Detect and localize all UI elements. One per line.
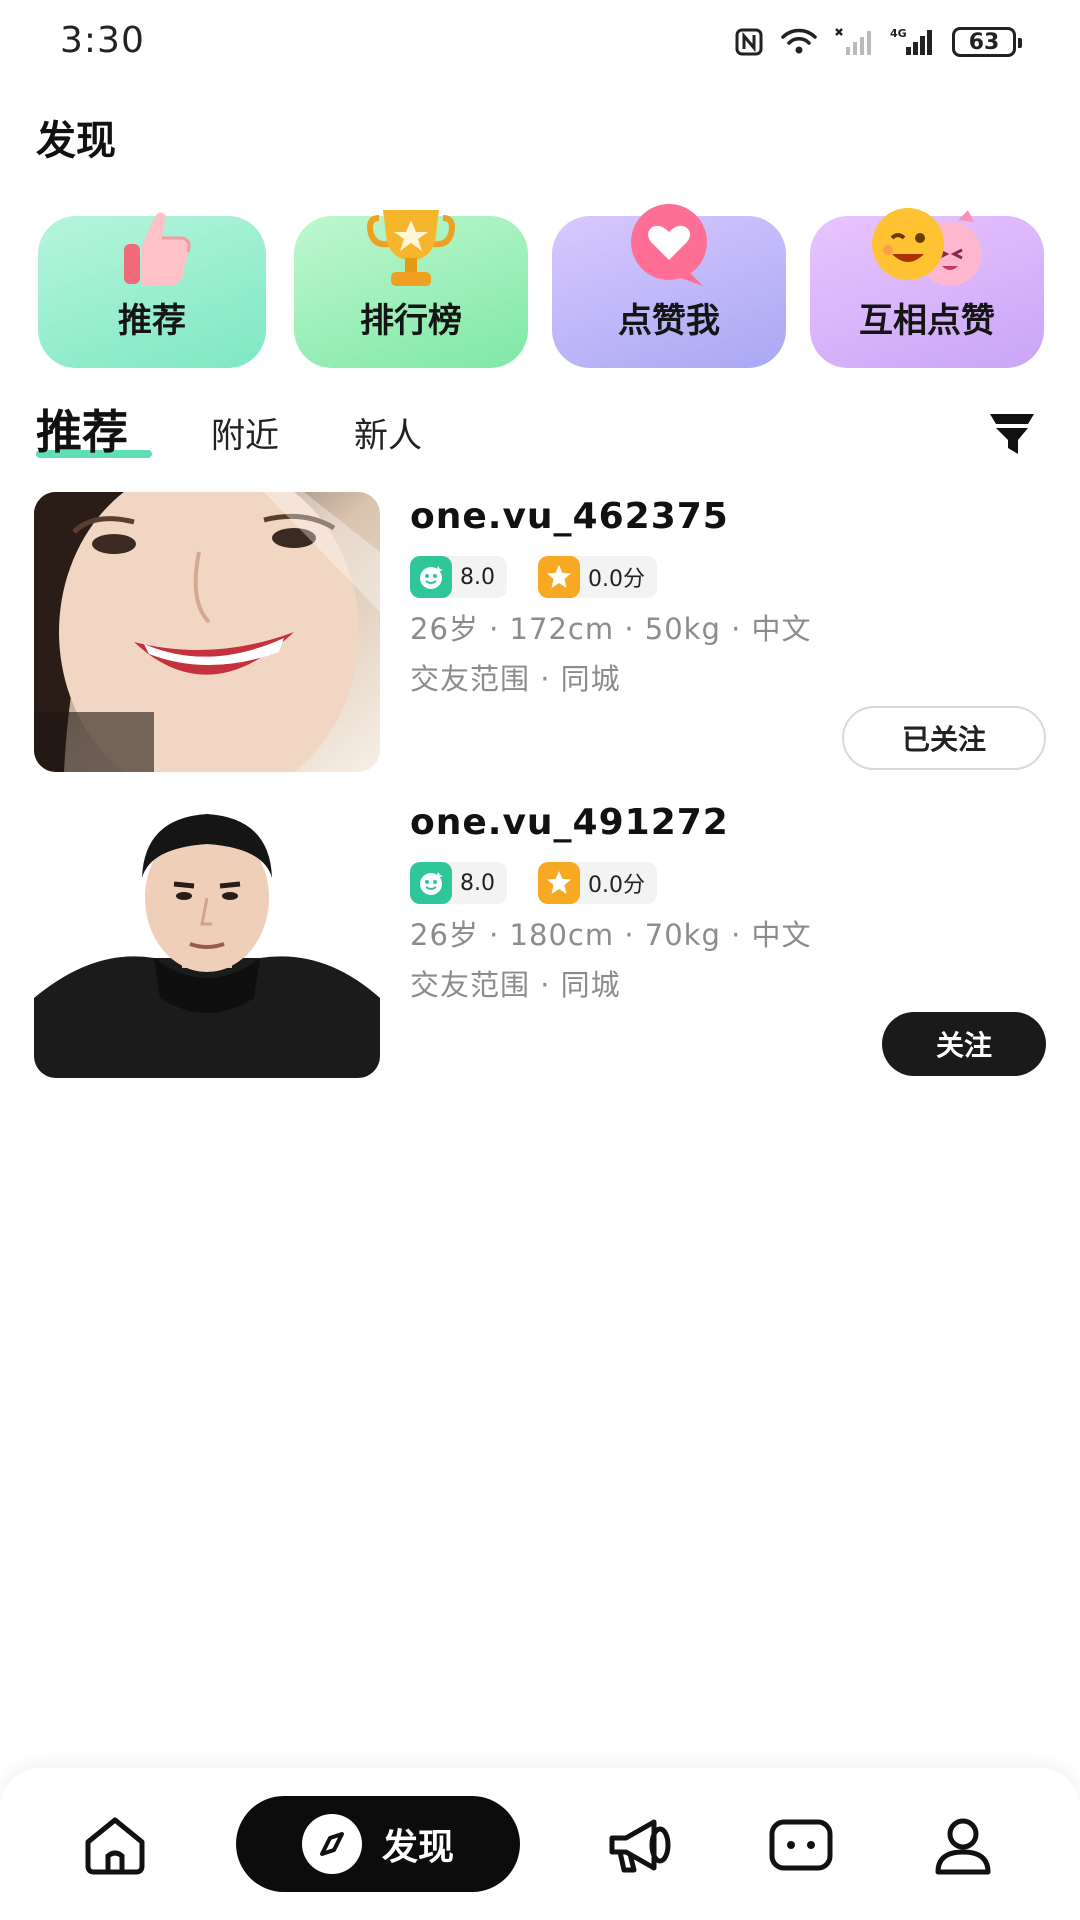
user-card[interactable]: one.vu_491272 8.0 0.0分 26岁 · 180cm · 70k… <box>34 798 1046 1078</box>
category-label: 互相点赞 <box>859 301 995 341</box>
badge-value: 8.0 <box>460 564 495 590</box>
avatar[interactable] <box>34 492 380 772</box>
face-score-icon <box>410 862 452 904</box>
no-signal-icon <box>834 27 874 57</box>
filter-tabs: 推荐 附近 新人 <box>36 396 1046 466</box>
badge-value: 0.0分 <box>588 567 645 592</box>
4g-signal-icon: 4G <box>890 27 936 57</box>
face-score-icon <box>410 556 452 598</box>
tab-new[interactable]: 新人 <box>354 408 422 457</box>
category-mutual-likes-card[interactable]: 互相点赞 <box>810 208 1044 368</box>
user-range: 交友范围 · 同城 <box>410 662 621 696</box>
badge-value: 0.0分 <box>588 873 645 898</box>
category-label: 推荐 <box>118 301 186 341</box>
trophy-icon <box>367 210 455 286</box>
avatar[interactable] <box>34 798 380 1078</box>
nav-home[interactable] <box>80 1810 150 1880</box>
wifi-icon <box>780 27 818 57</box>
user-info: 26岁 · 172cm · 50kg · 中文 <box>410 612 812 646</box>
megaphone-icon <box>609 1819 671 1873</box>
status-time: 3:30 <box>60 20 145 61</box>
rating-badge: 0.0分 <box>538 862 657 904</box>
star-icon <box>538 862 580 904</box>
nav-messages[interactable] <box>766 1810 836 1880</box>
user-range: 交友范围 · 同城 <box>410 968 621 1002</box>
category-likes-me-card[interactable]: 点赞我 <box>552 204 786 368</box>
user-card[interactable]: one.vu_462375 8.0 0.0分 26岁 · 172cm · 50k… <box>34 492 1046 772</box>
badge-value: 8.0 <box>460 870 495 896</box>
score-badge: 8.0 <box>410 556 507 598</box>
star-icon <box>538 556 580 598</box>
category-label: 点赞我 <box>618 301 720 341</box>
nav-profile[interactable] <box>928 1810 998 1880</box>
username: one.vu_462375 <box>410 496 729 537</box>
nav-broadcast[interactable] <box>604 1810 674 1880</box>
battery-icon: 63 <box>952 27 1022 57</box>
score-badge: 8.0 <box>410 862 507 904</box>
compass-icon <box>301 1814 362 1874</box>
emoji-faces-icon <box>872 208 982 286</box>
category-ranking-card[interactable]: 排行榜 <box>294 210 528 368</box>
rating-badge: 0.0分 <box>538 556 657 598</box>
username: one.vu_491272 <box>410 802 729 843</box>
heart-bubble-icon <box>631 204 707 286</box>
filter-icon[interactable] <box>988 410 1036 458</box>
follow-button[interactable]: 关注 <box>882 1012 1046 1076</box>
status-bar: 3:30 4G 63 <box>0 0 1080 84</box>
category-recommend-card[interactable]: 推荐 <box>38 212 266 368</box>
page-title: 发现 <box>36 118 116 164</box>
bottom-nav: 发现 <box>0 1768 1080 1920</box>
chat-icon <box>769 1819 833 1871</box>
status-icons: 4G 63 <box>734 22 1022 62</box>
tab-recommend[interactable]: 推荐 <box>36 396 128 462</box>
home-icon <box>85 1817 145 1875</box>
nav-discover-label: 发现 <box>381 1827 454 1868</box>
category-label: 排行榜 <box>360 301 462 341</box>
thumbs-up-icon <box>124 212 191 286</box>
user-info: 26岁 · 180cm · 70kg · 中文 <box>410 918 812 952</box>
svg-text:4G: 4G <box>890 27 907 40</box>
nfc-icon <box>734 27 764 57</box>
nav-discover[interactable]: 发现 <box>236 1796 520 1892</box>
profile-icon <box>935 1818 991 1875</box>
follow-button[interactable]: 已关注 <box>842 706 1046 770</box>
tab-nearby[interactable]: 附近 <box>211 408 279 457</box>
